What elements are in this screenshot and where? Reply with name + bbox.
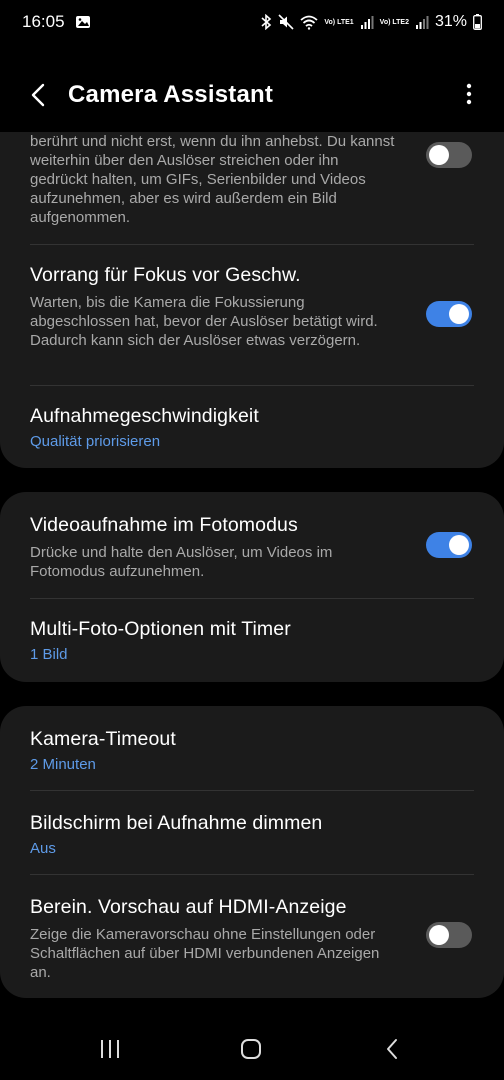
signal-icon (360, 15, 374, 29)
signal-icon-2 (415, 15, 429, 29)
divider (30, 598, 474, 599)
toggle-knob (429, 925, 449, 945)
setting-description: berührt und nicht erst, wenn du ihn anhe… (30, 133, 395, 226)
status-bar: 16:05 Vo) LTE1 Vo) LTE2 31% (0, 0, 504, 44)
wifi-icon (300, 15, 318, 30)
setting-item-camera-timeout[interactable]: Kamera-Timeout 2 Minuten (30, 728, 474, 773)
sim2-label: Vo) LTE2 (379, 18, 409, 26)
setting-item-focus-priority[interactable]: Vorrang für Fokus vor Geschw. Warten, bi… (30, 264, 474, 350)
toggle-knob (429, 145, 449, 165)
setting-value: Aus (30, 840, 56, 857)
more-vertical-icon (466, 83, 472, 105)
divider (30, 874, 474, 875)
settings-card-2: Videoaufnahme im Fotomodus Drücke und ha… (0, 492, 504, 682)
setting-item-shooting-speed[interactable]: Aufnahmegeschwindigkeit Qualität prioris… (30, 405, 474, 450)
page-title: Camera Assistant (68, 81, 274, 108)
toggle-knob (449, 535, 469, 555)
focus-priority-toggle[interactable] (426, 301, 472, 327)
setting-item-multi-photo-timer[interactable]: Multi-Foto-Optionen mit Timer 1 Bild (30, 618, 474, 663)
setting-value: 2 Minuten (30, 756, 96, 773)
navigation-bar (0, 1016, 504, 1080)
recent-apps-icon (101, 1040, 119, 1058)
setting-value: Qualität priorisieren (30, 433, 161, 450)
setting-title: Videoaufnahme im Fotomodus (30, 514, 298, 536)
divider (30, 790, 474, 791)
back-button[interactable] (26, 82, 52, 108)
setting-title: Aufnahmegeschwindigkeit (30, 405, 259, 427)
setting-value: 1 Bild (30, 646, 68, 663)
back-nav-button[interactable] (380, 1038, 406, 1060)
clock: 16:05 (22, 12, 65, 31)
app-header: Camera Assistant (0, 70, 504, 120)
status-left: 16:05 (22, 12, 91, 32)
battery-percent: 31% (434, 13, 467, 30)
divider (30, 385, 474, 386)
shutter-tap-toggle[interactable] (426, 142, 472, 168)
settings-card-1: berührt und nicht erst, wenn du ihn anhe… (0, 132, 504, 468)
setting-item-shutter-tap[interactable]: berührt und nicht erst, wenn du ihn anhe… (30, 132, 474, 227)
recent-apps-button[interactable] (97, 1038, 123, 1060)
setting-item-video-in-photo-mode[interactable]: Videoaufnahme im Fotomodus Drücke und ha… (30, 514, 474, 581)
back-arrow-icon (31, 83, 45, 107)
setting-description: Warten, bis die Kamera die Fokussierung … (30, 294, 378, 349)
divider (30, 244, 474, 245)
toggle-knob (449, 304, 469, 324)
gallery-notification-icon (75, 15, 91, 29)
home-button[interactable] (238, 1038, 264, 1060)
status-right: Vo) LTE1 Vo) LTE2 31% (260, 13, 482, 31)
setting-item-dim-screen[interactable]: Bildschirm bei Aufnahme dimmen Aus (30, 812, 474, 857)
setting-description: Drücke und halte den Auslöser, um Videos… (30, 544, 333, 580)
hdmi-preview-toggle[interactable] (426, 922, 472, 948)
setting-description: Zeige die Kameravorschau ohne Einstellun… (30, 926, 380, 981)
battery-icon (473, 14, 482, 30)
settings-list[interactable]: berührt und nicht erst, wenn du ihn anhe… (0, 132, 504, 1012)
more-options-button[interactable] (464, 82, 474, 108)
home-icon (241, 1039, 261, 1059)
back-nav-icon (387, 1039, 397, 1059)
mute-icon (278, 14, 294, 30)
setting-title: Berein. Vorschau auf HDMI-Anzeige (30, 896, 347, 918)
video-in-photo-mode-toggle[interactable] (426, 532, 472, 558)
setting-title: Kamera-Timeout (30, 728, 176, 750)
setting-title: Vorrang für Fokus vor Geschw. (30, 264, 301, 286)
bluetooth-icon (260, 14, 272, 30)
setting-title: Bildschirm bei Aufnahme dimmen (30, 812, 323, 834)
setting-title: Multi-Foto-Optionen mit Timer (30, 618, 291, 640)
setting-item-hdmi-preview[interactable]: Berein. Vorschau auf HDMI-Anzeige Zeige … (30, 896, 474, 982)
settings-card-3: Kamera-Timeout 2 Minuten Bildschirm bei … (0, 706, 504, 998)
sim1-label: Vo) LTE1 (324, 18, 354, 26)
